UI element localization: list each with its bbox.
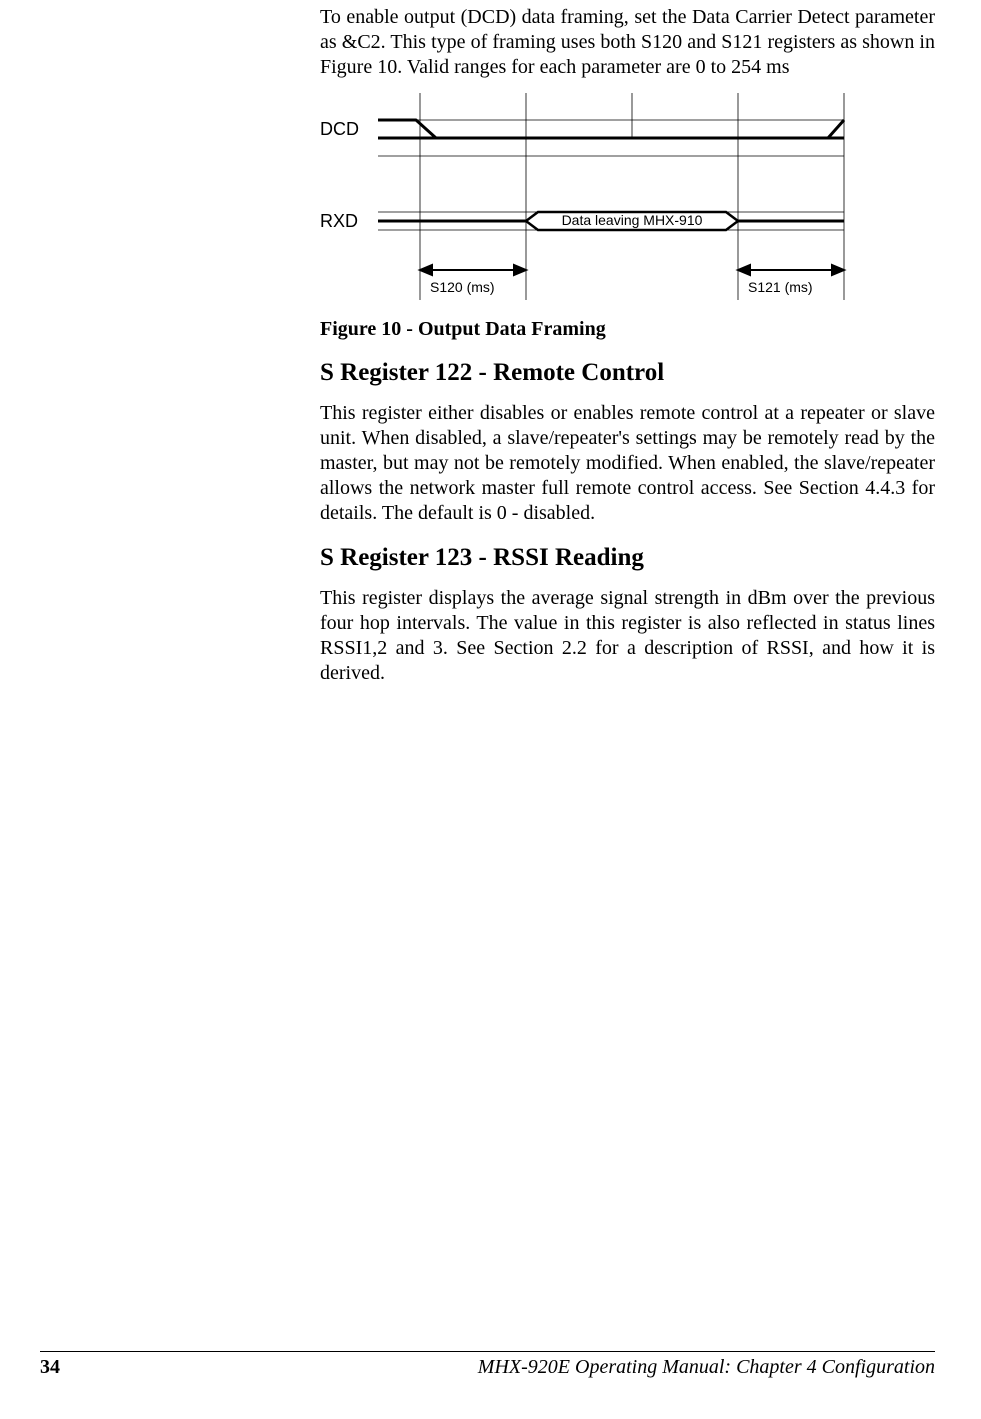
footer-right-text: MHX-920E Operating Manual: Chapter 4 Con… — [478, 1356, 935, 1379]
intro-paragraph: To enable output (DCD) data framing, set… — [320, 5, 935, 80]
section-123-heading: S Register 123 - RSSI Reading — [320, 544, 935, 572]
main-content: To enable output (DCD) data framing, set… — [320, 5, 935, 696]
s121-label: S121 (ms) — [748, 279, 813, 295]
rxd-label: RXD — [320, 211, 358, 231]
s120-label: S120 (ms) — [430, 279, 495, 295]
data-box-label: Data leaving MHX-910 — [562, 212, 703, 228]
timing-diagram: DCD RXD Data leaving MHX-910 S120 (ms) S… — [320, 90, 850, 308]
page-number: 34 — [40, 1356, 60, 1379]
page-footer: 34 MHX-920E Operating Manual: Chapter 4 … — [40, 1351, 935, 1379]
section-122-body: This register either disables or enables… — [320, 401, 935, 526]
section-122-heading: S Register 122 - Remote Control — [320, 359, 935, 387]
dcd-label: DCD — [320, 119, 359, 139]
section-123-body: This register displays the average signa… — [320, 586, 935, 686]
figure-caption: Figure 10 - Output Data Framing — [320, 318, 935, 341]
